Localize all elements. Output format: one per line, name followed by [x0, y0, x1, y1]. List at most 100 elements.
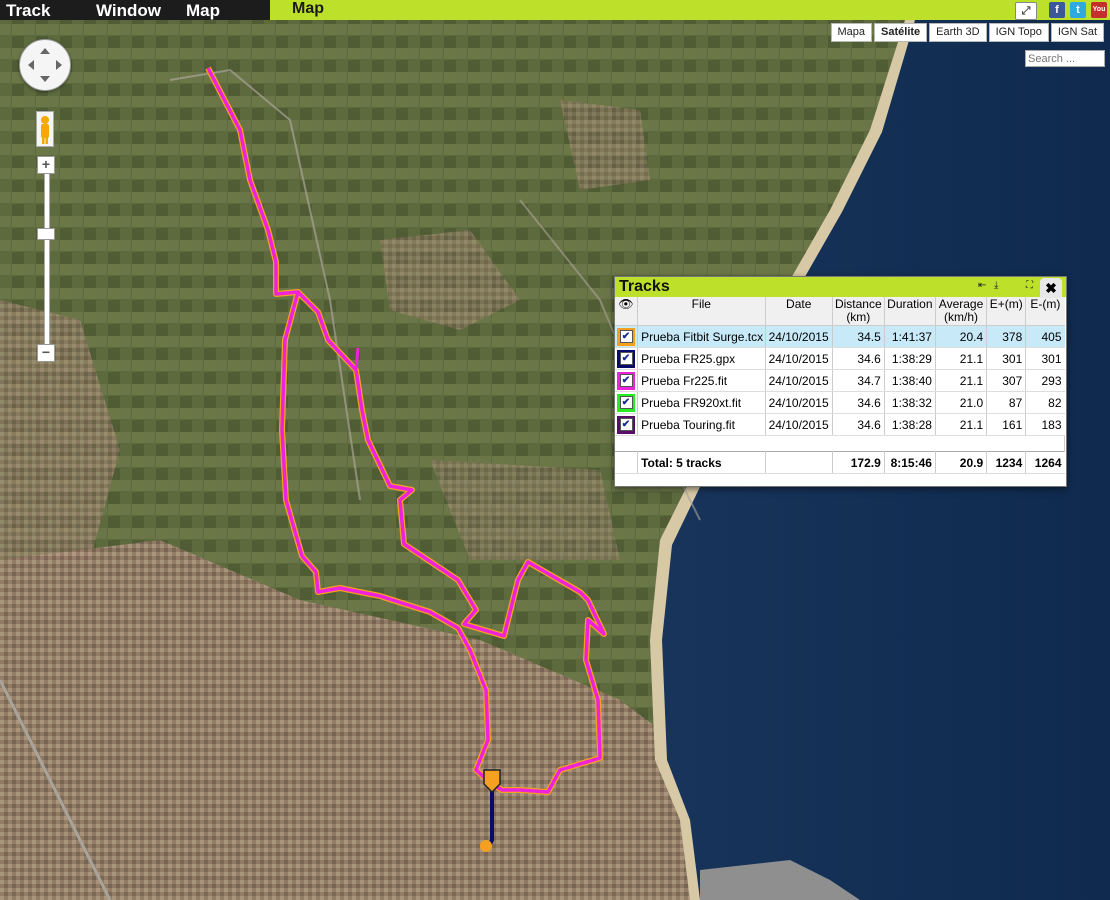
track-color-swatch: ✔ — [617, 415, 635, 434]
track-average: 20.4 — [935, 325, 988, 348]
zoom-slider-track[interactable] — [44, 172, 50, 348]
street-view-pegman-icon[interactable] — [36, 111, 54, 147]
zoom-in-button[interactable]: + — [37, 156, 55, 174]
track-visible-checkbox[interactable]: ✔ — [619, 418, 633, 431]
track-duration: 1:38:29 — [884, 347, 936, 370]
track-visibility-cell: ✔ — [615, 369, 639, 392]
maptype-ign-topo[interactable]: IGN Topo — [988, 23, 1049, 42]
track-distance: 34.6 — [832, 391, 885, 414]
track-file[interactable]: Prueba FR25.gpx — [637, 347, 766, 370]
tracks-table: 👁 File Date Distance (km) Duration Averag… — [615, 297, 1065, 474]
tracks-panel-header: Tracks ⇤ ⤓ ⛶ ✖ — [615, 277, 1066, 298]
column-duration[interactable]: Duration — [884, 297, 936, 326]
maptype-mapa[interactable]: Mapa — [830, 23, 873, 42]
total-date-empty — [765, 451, 833, 474]
download-icon[interactable]: ⤓ — [994, 280, 998, 291]
track-row[interactable]: ✔ Prueba Touring.fit 24/10/2015 34.6 1:38:28… — [615, 413, 1065, 436]
pan-arrows-icon — [28, 48, 62, 82]
track-duration: 1:38:28 — [884, 413, 936, 436]
track-distance: 34.6 — [832, 347, 885, 370]
track-row[interactable]: ✔ Prueba Fr225.fit 24/10/2015 34.7 1:38:40 21… — [615, 369, 1065, 392]
top-bar: Track Window Map Map ⤢ f t You — [0, 0, 1110, 20]
track-average: 21.1 — [935, 413, 988, 436]
track-file[interactable]: Prueba Fr225.fit — [637, 369, 766, 392]
column-eplus[interactable]: E+(m) — [986, 297, 1027, 326]
collapse-left-icon[interactable]: ⇤ — [978, 280, 986, 291]
track-average: 21.1 — [935, 347, 988, 370]
track-eplus: 87 — [986, 391, 1027, 414]
column-average-label: Average — [938, 297, 984, 311]
column-average[interactable]: Average (km/h) — [935, 297, 988, 326]
track-eplus: 161 — [986, 413, 1027, 436]
column-average-unit: (km/h) — [944, 310, 979, 324]
total-empty-cell — [615, 451, 639, 474]
map-type-selector: Mapa Satélite Earth 3D IGN Topo IGN Sat — [829, 23, 1104, 42]
track-row[interactable]: ✔ Prueba FR25.gpx 24/10/2015 34.6 1:38:29 21.… — [615, 347, 1065, 370]
track-color-swatch: ✔ — [617, 327, 635, 346]
column-file[interactable]: File — [637, 297, 766, 326]
track-row[interactable]: ✔ Prueba Fitbit Surge.tcx 24/10/2015 34.5 1:… — [615, 325, 1065, 348]
total-duration: 8:15:46 — [884, 451, 936, 474]
track-average: 21.1 — [935, 369, 988, 392]
close-icon[interactable]: ✖ — [1040, 278, 1062, 298]
fullscreen-icon[interactable]: ⤢ — [1015, 2, 1037, 20]
track-visible-checkbox[interactable]: ✔ — [619, 374, 633, 387]
track-duration: 1:41:37 — [884, 325, 936, 348]
total-distance: 172.9 — [832, 451, 885, 474]
column-date[interactable]: Date — [765, 297, 833, 326]
track-duration: 1:38:40 — [884, 369, 936, 392]
column-distance-unit: (km) — [846, 310, 871, 324]
maptype-satelite[interactable]: Satélite — [874, 23, 928, 42]
track-visible-checkbox[interactable]: ✔ — [619, 330, 633, 343]
facebook-icon[interactable]: f — [1049, 2, 1065, 18]
column-distance-label: Distance — [834, 297, 882, 311]
total-row: Total: 5 tracks 172.9 8:15:46 20.9 1234 … — [615, 451, 1065, 474]
menu-track[interactable]: Track — [6, 0, 50, 20]
track-visible-checkbox[interactable]: ✔ — [619, 352, 633, 365]
track-color-swatch: ✔ — [617, 371, 635, 390]
track-date: 24/10/2015 — [765, 413, 833, 436]
track-eminus: 183 — [1025, 413, 1065, 436]
zoom-slider-handle[interactable] — [37, 228, 55, 240]
column-distance[interactable]: Distance (km) — [832, 297, 885, 326]
youtube-icon[interactable]: You — [1091, 2, 1107, 18]
track-color-swatch: ✔ — [617, 393, 635, 412]
track-distance: 34.7 — [832, 369, 885, 392]
menu-window[interactable]: Window — [96, 0, 161, 20]
track-distance: 34.5 — [832, 325, 885, 348]
pan-control[interactable] — [19, 39, 71, 91]
track-color-swatch: ✔ — [617, 349, 635, 368]
maptype-ign-sat[interactable]: IGN Sat — [1050, 23, 1104, 42]
track-average: 21.0 — [935, 391, 988, 414]
menu-map[interactable]: Map — [186, 0, 220, 20]
track-file[interactable]: Prueba FR920xt.fit — [637, 391, 766, 414]
track-distance: 34.6 — [832, 413, 885, 436]
tracks-panel: Tracks ⇤ ⤓ ⛶ ✖ 👁 File Date Distance (km) … — [614, 276, 1067, 487]
track-file[interactable]: Prueba Fitbit Surge.tcx — [637, 325, 766, 348]
track-eminus: 82 — [1025, 391, 1065, 414]
expand-icon[interactable]: ⛶ — [1026, 280, 1033, 291]
track-visibility-cell: ✔ — [615, 391, 639, 414]
total-eminus: 1264 — [1025, 451, 1065, 474]
track-eplus: 301 — [986, 347, 1027, 370]
total-label: Total: 5 tracks — [637, 451, 766, 474]
track-visibility-cell: ✔ — [615, 325, 639, 348]
track-file[interactable]: Prueba Touring.fit — [637, 413, 766, 436]
total-average: 20.9 — [935, 451, 988, 474]
column-eminus[interactable]: E-(m) — [1025, 297, 1065, 326]
visibility-eye-icon[interactable]: 👁 — [615, 297, 639, 326]
spacer-row — [615, 435, 1065, 452]
track-visible-checkbox[interactable]: ✔ — [619, 396, 633, 409]
maptype-earth3d[interactable]: Earth 3D — [929, 23, 987, 42]
track-eminus: 301 — [1025, 347, 1065, 370]
track-date: 24/10/2015 — [765, 325, 833, 348]
track-date: 24/10/2015 — [765, 369, 833, 392]
zoom-out-button[interactable]: − — [37, 344, 55, 362]
track-date: 24/10/2015 — [765, 347, 833, 370]
twitter-icon[interactable]: t — [1070, 2, 1086, 18]
menu-bar: Track Window Map — [0, 0, 270, 20]
track-row[interactable]: ✔ Prueba FR920xt.fit 24/10/2015 34.6 1:38:32… — [615, 391, 1065, 414]
track-eplus: 378 — [986, 325, 1027, 348]
track-date: 24/10/2015 — [765, 391, 833, 414]
map-search-input[interactable] — [1025, 50, 1105, 67]
